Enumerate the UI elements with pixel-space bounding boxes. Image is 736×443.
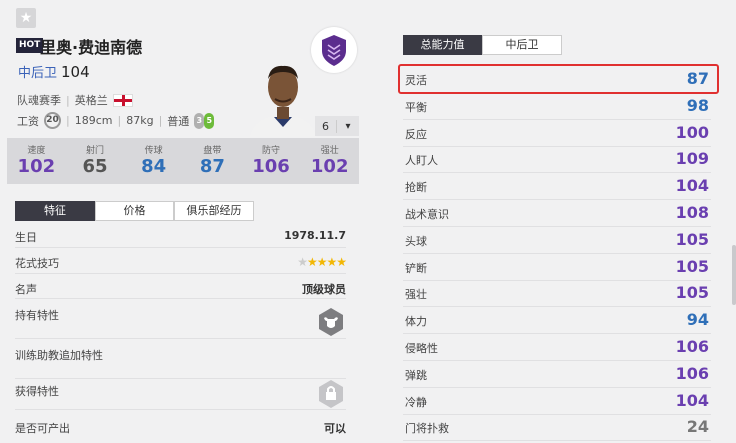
attribute-value: 94 xyxy=(686,310,709,330)
physical-info-row: 工资 20 | 189cm | 87kg | 普通 3 5 xyxy=(17,112,215,129)
stat-passing: 传球 84 xyxy=(141,146,167,177)
stat-dribbling: 盘带 87 xyxy=(199,146,225,177)
attribute-name: 战术意识 xyxy=(405,208,449,221)
skill-stars-icon: ★★★★★ xyxy=(297,255,347,269)
attribute-value: 104 xyxy=(675,390,709,410)
coach-traits-row: 训练助教追加特性 xyxy=(15,347,346,379)
attribute-row: 门将扑救 24 xyxy=(403,414,711,442)
attribute-value: 100 xyxy=(675,122,709,142)
height-value: 189cm xyxy=(74,114,113,127)
position-label: 中后卫 xyxy=(18,66,58,81)
salary-label: 工资 xyxy=(17,114,39,128)
tab-overall-stats[interactable]: 总能力值 xyxy=(403,35,482,55)
weight-value: 87kg xyxy=(126,114,154,127)
attribute-value: 106 xyxy=(675,337,709,356)
star-icon: ★ xyxy=(19,10,33,26)
overall-rating: 104 xyxy=(61,63,90,81)
attribute-name: 反应 xyxy=(405,127,427,141)
strong-foot-value: 5 xyxy=(204,112,215,129)
attribute-value: 108 xyxy=(675,203,709,222)
traits-row: 持有特性 xyxy=(15,307,346,339)
england-flag-icon xyxy=(112,93,133,107)
attribute-name: 铲断 xyxy=(405,261,427,275)
acquired-traits-row: 获得特性 xyxy=(15,380,346,410)
skill-moves-row: 花式技巧 ★★★★★ xyxy=(15,255,347,274)
attribute-name: 人盯人 xyxy=(405,154,438,168)
tab-price[interactable]: 价格 xyxy=(95,201,174,221)
bull-trait-icon[interactable] xyxy=(316,307,346,340)
attribute-row: 平衡 98 xyxy=(403,93,711,120)
attribute-row: 体力 94 xyxy=(403,307,711,335)
attribute-value: 105 xyxy=(675,256,709,276)
attribute-value: 104 xyxy=(675,176,709,196)
attribute-row: 头球 105 xyxy=(403,227,711,254)
attribute-name: 弹跳 xyxy=(405,368,427,382)
attribute-row: 弹跳 106 xyxy=(403,361,711,388)
scrollbar[interactable] xyxy=(732,245,736,305)
attribute-row: 冷静 104 xyxy=(403,388,711,415)
attribute-value: 24 xyxy=(686,417,709,437)
position-rating: 中后卫 104 xyxy=(18,62,90,81)
attribute-row: 抢断 104 xyxy=(403,173,711,201)
attribute-value: 106 xyxy=(675,363,709,383)
favorite-star-button[interactable]: ★ xyxy=(16,8,36,28)
season-label: 队魂赛季 xyxy=(17,94,61,107)
attribute-name: 头球 xyxy=(405,234,427,248)
attribute-value: 98 xyxy=(686,95,709,115)
attribute-row: 人盯人 109 xyxy=(403,146,711,174)
stat-defending: 防守 106 xyxy=(252,146,290,177)
attribute-name: 门将扑救 xyxy=(405,422,449,436)
attribute-row: 反应 100 xyxy=(403,120,711,147)
weak-foot-value: 3 xyxy=(194,112,205,129)
attribute-name: 侵略性 xyxy=(405,342,438,355)
highlight-box xyxy=(398,64,719,94)
lock-icon xyxy=(316,379,346,412)
foot-icon: 3 5 xyxy=(194,112,215,129)
attribute-name: 强壮 xyxy=(405,288,427,302)
attribute-value: 109 xyxy=(675,149,709,169)
producible-row: 是否可产出 可以 xyxy=(15,422,346,435)
chevron-down-icon: ▾ xyxy=(345,120,351,132)
attribute-name: 平衡 xyxy=(405,100,427,114)
stat-physical: 强壮 102 xyxy=(310,146,349,177)
attribute-row: 强壮 105 xyxy=(403,280,711,308)
tab-traits[interactable]: 特征 xyxy=(15,201,95,221)
nationality-label: 英格兰 xyxy=(74,94,108,107)
player-name: 里奥·费迪南德 xyxy=(40,38,143,57)
stat-shooting: 射门 65 xyxy=(82,146,108,177)
right-tabs: 总能力值 中后卫 xyxy=(403,35,562,55)
season-nation-row: 队魂赛季 | 英格兰 xyxy=(17,92,133,108)
attribute-row: 铲断 105 xyxy=(403,254,711,281)
attribute-value: 105 xyxy=(675,283,709,303)
body-type-value: 普通 xyxy=(167,114,190,128)
reputation-row: 名声 顶级球员 xyxy=(15,281,346,299)
main-stats-bar: 速度 102 射门 65 传球 84 盘带 87 防守 106 强壮 102 xyxy=(7,138,359,184)
rank-value: 6 xyxy=(315,119,337,133)
tab-club-history[interactable]: 俱乐部经历 xyxy=(174,201,254,221)
attribute-value: 105 xyxy=(675,229,709,249)
tab-position[interactable]: 中后卫 xyxy=(482,35,562,55)
attribute-name: 抢断 xyxy=(405,181,427,195)
stat-pace: 速度 102 xyxy=(17,146,56,177)
player-photo xyxy=(246,55,320,137)
birthday-row: 生日 1978.11.7 xyxy=(15,229,346,248)
left-tabs: 特征 价格 俱乐部经历 xyxy=(15,201,254,221)
attribute-name: 冷静 xyxy=(405,395,427,409)
attribute-row: 战术意识 108 xyxy=(403,200,711,227)
rank-selector[interactable]: 6 ▾ xyxy=(315,116,359,136)
salary-value: 20 xyxy=(44,112,61,129)
attribute-row: 侵略性 106 xyxy=(403,334,711,361)
attribute-name: 体力 xyxy=(405,315,427,329)
